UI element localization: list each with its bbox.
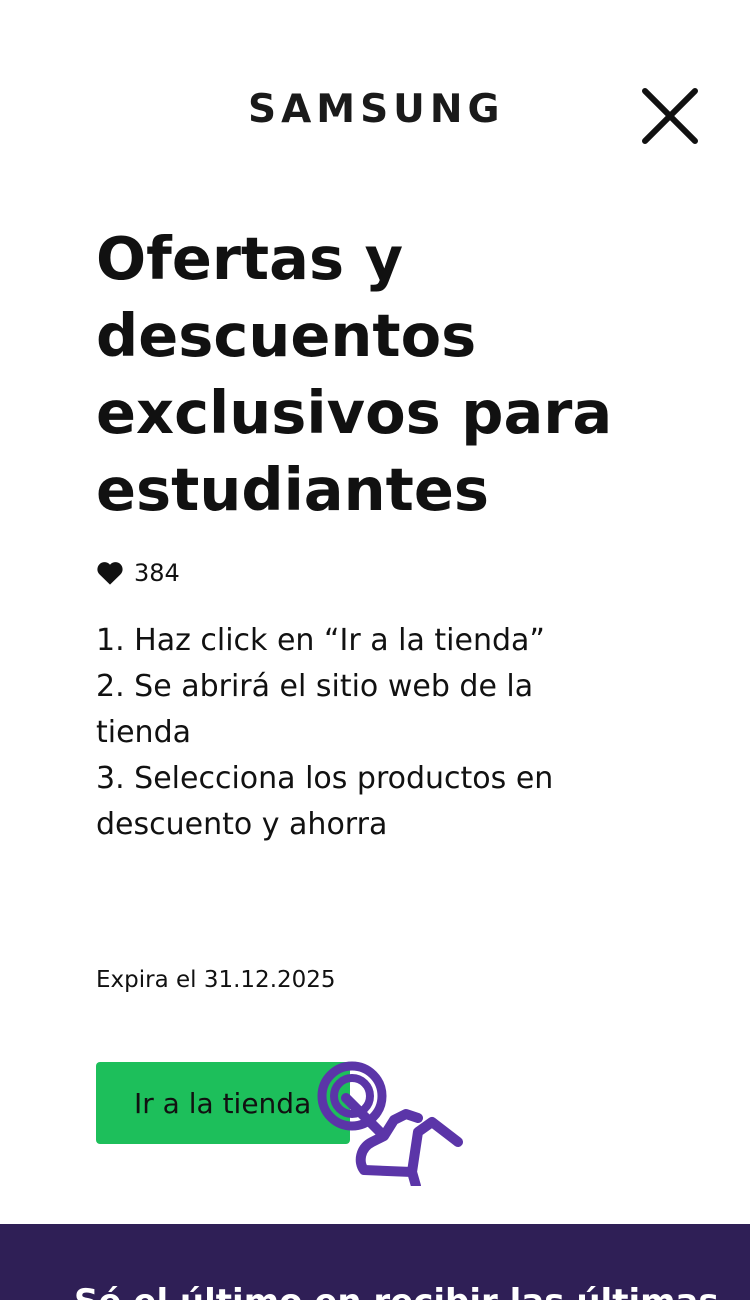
likes-counter: 384 xyxy=(96,558,180,588)
instruction-step-1: 1. Haz click en “Ir a la tienda” xyxy=(96,623,545,658)
header: SAMSUNG xyxy=(0,0,750,200)
offer-page: SAMSUNG Ofertas y descuentos exclusivos … xyxy=(0,0,750,1300)
instruction-step-2: 2. Se abrirá el sitio web de la tienda xyxy=(96,669,534,750)
go-to-store-button[interactable]: Ir a la tienda xyxy=(96,1062,350,1144)
samsung-logo: SAMSUNG xyxy=(248,87,505,132)
newsletter-heading: Sé el último en recibir las últimas xyxy=(74,1282,719,1300)
heart-icon xyxy=(97,562,123,585)
likes-count: 384 xyxy=(134,559,180,587)
offer-title: Ofertas y descuentos exclusivos para est… xyxy=(96,224,613,524)
close-icon xyxy=(642,88,698,144)
instructions-list: 1. Haz click en “Ir a la tienda” 2. Se a… xyxy=(96,618,636,848)
close-button[interactable] xyxy=(640,86,700,146)
instruction-step-3: 3. Selecciona los productos en descuento… xyxy=(96,761,554,842)
newsletter-banner: Sé el último en recibir las últimas xyxy=(0,1224,750,1300)
expiry-date: Expira el 31.12.2025 xyxy=(96,967,336,993)
